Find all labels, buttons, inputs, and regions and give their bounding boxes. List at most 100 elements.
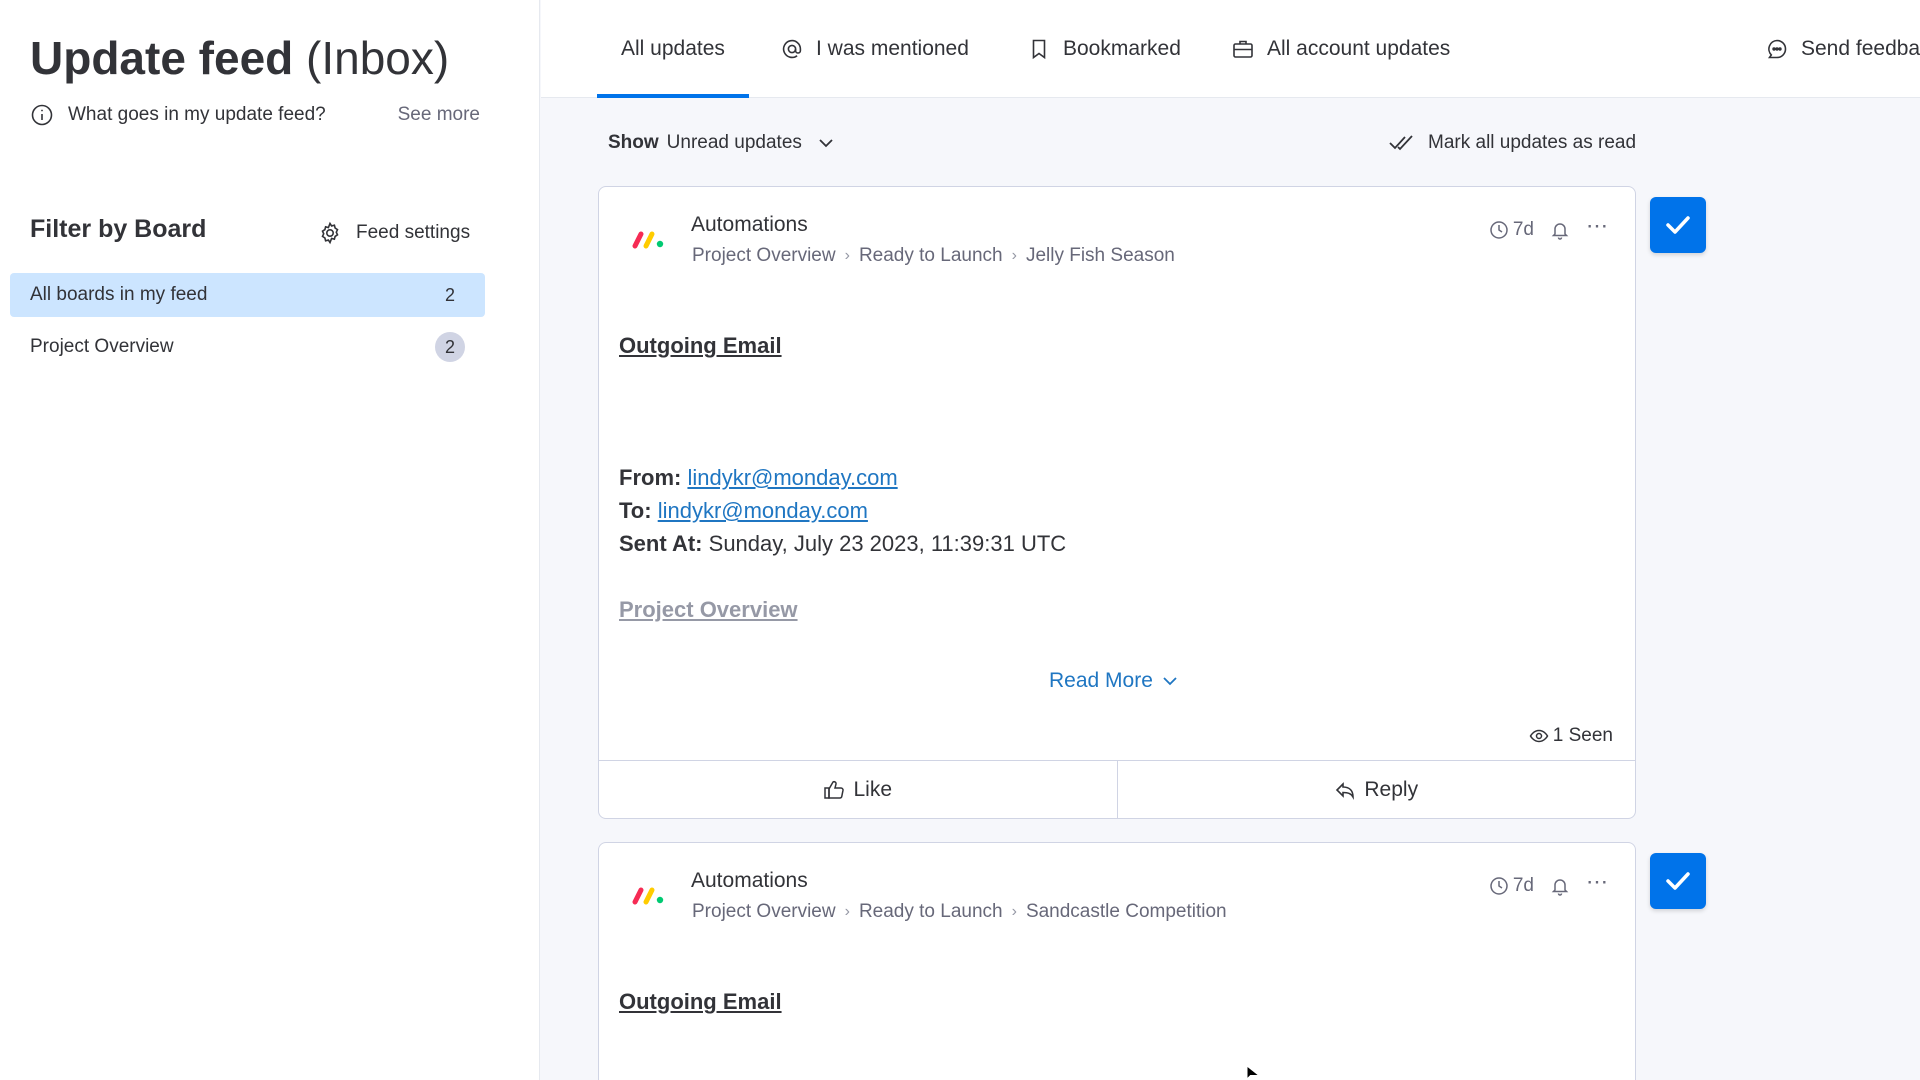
seen-count[interactable]: 1 Seen xyxy=(1529,725,1613,747)
tabs-bar: All updates I was mentioned Bookmarked A… xyxy=(541,0,1920,98)
page-title-sub: (Inbox) xyxy=(306,32,450,84)
tab-label: I was mentioned xyxy=(816,37,969,60)
mouse-cursor-icon xyxy=(1246,1066,1260,1080)
feed-settings-label: Feed settings xyxy=(356,222,471,243)
tab-label: All account updates xyxy=(1267,37,1451,60)
update-author[interactable]: Automations xyxy=(691,213,808,237)
read-more-button[interactable]: Read More xyxy=(1049,669,1179,693)
feedback-chat-icon xyxy=(1767,39,1787,59)
gear-icon xyxy=(321,221,339,245)
monday-logo-icon xyxy=(632,231,664,249)
send-feedback-label: Send feedba xyxy=(1801,37,1920,60)
breadcrumb-item[interactable]: Sandcastle Competition xyxy=(1026,901,1227,923)
more-options-icon[interactable]: ⋯ xyxy=(1586,215,1609,239)
chevron-right-icon: › xyxy=(1011,903,1017,920)
tab-label: Bookmarked xyxy=(1063,37,1181,60)
eye-icon xyxy=(1529,729,1549,743)
email-sent-row: Sent At: Sunday, July 23 2023, 11:39:31 … xyxy=(619,531,1066,557)
filter-by-board-heading: Filter by Board xyxy=(30,215,207,243)
board-count-badge: 2 xyxy=(444,284,455,305)
see-more-link[interactable]: See more xyxy=(398,104,480,126)
page-title: Update feed (Inbox) xyxy=(30,30,449,86)
bell-icon[interactable] xyxy=(1550,876,1570,896)
feed-settings-button[interactable]: Feed settings xyxy=(318,218,470,248)
board-filter-all[interactable]: All boards in my feed 2 xyxy=(10,273,485,317)
show-label: Show xyxy=(608,132,659,153)
chevron-down-icon xyxy=(1163,677,1177,686)
update-time-value: 7d xyxy=(1512,875,1534,896)
breadcrumb-item[interactable]: Jelly Fish Season xyxy=(1026,245,1175,267)
reply-arrow-icon xyxy=(1336,781,1355,800)
breadcrumb: Project Overview › Ready to Launch › San… xyxy=(692,901,1227,923)
tab-mentioned[interactable]: I was mentioned xyxy=(780,0,969,98)
project-overview-link[interactable]: Project Overview xyxy=(619,597,798,623)
update-time-value: 7d xyxy=(1512,219,1534,240)
update-time: 7d xyxy=(1489,875,1534,897)
update-card: Automations Project Overview › Ready to … xyxy=(598,186,1636,819)
feed-info-text: What goes in my update feed? xyxy=(68,104,326,125)
bell-icon[interactable] xyxy=(1550,220,1570,240)
mark-read-button[interactable] xyxy=(1650,197,1706,253)
from-email-link[interactable]: lindykr@monday.com xyxy=(687,465,897,490)
reply-button[interactable]: Reply xyxy=(1116,761,1636,818)
seen-label: 1 Seen xyxy=(1552,725,1613,746)
mark-all-read-button[interactable]: Mark all updates as read xyxy=(1388,128,1636,158)
mark-read-button[interactable] xyxy=(1650,853,1706,909)
tab-all-updates[interactable]: All updates xyxy=(597,0,749,98)
tab-bookmarked[interactable]: Bookmarked xyxy=(1027,0,1181,98)
update-time: 7d xyxy=(1489,219,1534,241)
left-panel: Update feed (Inbox) What goes in my upda… xyxy=(0,0,540,1080)
update-author[interactable]: Automations xyxy=(691,869,808,893)
update-meta: 7d ⋯ xyxy=(1489,871,1609,899)
update-actions: Like Reply xyxy=(599,760,1635,818)
to-label: To: xyxy=(619,498,652,523)
breadcrumb: Project Overview › Ready to Launch › Jel… xyxy=(692,245,1175,267)
mark-all-label: Mark all updates as read xyxy=(1428,132,1637,153)
feed-info-row: What goes in my update feed? See more xyxy=(30,101,480,129)
update-meta: 7d ⋯ xyxy=(1489,215,1609,243)
reply-label: Reply xyxy=(1364,777,1419,801)
board-filter-project-overview[interactable]: Project Overview 2 xyxy=(10,325,485,369)
clock-icon xyxy=(1490,221,1508,239)
chevron-down-icon xyxy=(819,139,833,148)
from-label: From: xyxy=(619,465,682,490)
board-count-badge: 2 xyxy=(435,332,465,362)
update-card: Automations Project Overview › Ready to … xyxy=(598,842,1636,1080)
like-label: Like xyxy=(853,777,893,801)
sent-value: Sunday, July 23 2023, 11:39:31 UTC xyxy=(708,531,1067,556)
briefcase-icon xyxy=(1233,40,1253,58)
email-from-row: From: lindykr@monday.com xyxy=(619,465,898,491)
show-filter-dropdown[interactable]: Show Unread updates xyxy=(608,128,836,158)
email-title: Outgoing Email xyxy=(619,333,782,358)
to-email-link[interactable]: lindykr@monday.com xyxy=(658,498,868,523)
bookmark-icon xyxy=(1032,39,1046,60)
read-more-label: Read More xyxy=(1049,669,1153,692)
info-icon xyxy=(31,104,53,126)
page-title-main: Update feed xyxy=(30,32,294,84)
tab-label: All updates xyxy=(621,37,725,60)
chevron-right-icon: › xyxy=(1011,247,1017,264)
email-to-row: To: lindykr@monday.com xyxy=(619,498,868,524)
more-options-icon[interactable]: ⋯ xyxy=(1586,871,1609,895)
breadcrumb-group[interactable]: Ready to Launch xyxy=(859,245,1003,267)
checkmark-icon xyxy=(1666,872,1690,890)
email-title: Outgoing Email xyxy=(619,989,782,1014)
clock-icon xyxy=(1490,877,1508,895)
chevron-right-icon: › xyxy=(844,247,850,264)
chevron-right-icon: › xyxy=(844,903,850,920)
thumbs-up-icon xyxy=(824,780,845,799)
breadcrumb-board[interactable]: Project Overview xyxy=(692,245,836,267)
board-filter-label: Project Overview xyxy=(30,336,174,357)
tab-all-account-updates[interactable]: All account updates xyxy=(1231,0,1450,98)
sent-label: Sent At: xyxy=(619,531,703,556)
breadcrumb-board[interactable]: Project Overview xyxy=(692,901,836,923)
breadcrumb-group[interactable]: Ready to Launch xyxy=(859,901,1003,923)
send-feedback-button[interactable]: Send feedba xyxy=(1765,0,1920,98)
board-filter-label: All boards in my feed xyxy=(30,284,208,305)
monday-logo-icon xyxy=(632,887,664,905)
checkmark-icon xyxy=(1666,216,1690,234)
double-check-icon xyxy=(1389,135,1413,151)
at-sign-icon xyxy=(782,39,802,59)
like-button[interactable]: Like xyxy=(599,761,1117,818)
show-value: Unread updates xyxy=(666,132,802,153)
